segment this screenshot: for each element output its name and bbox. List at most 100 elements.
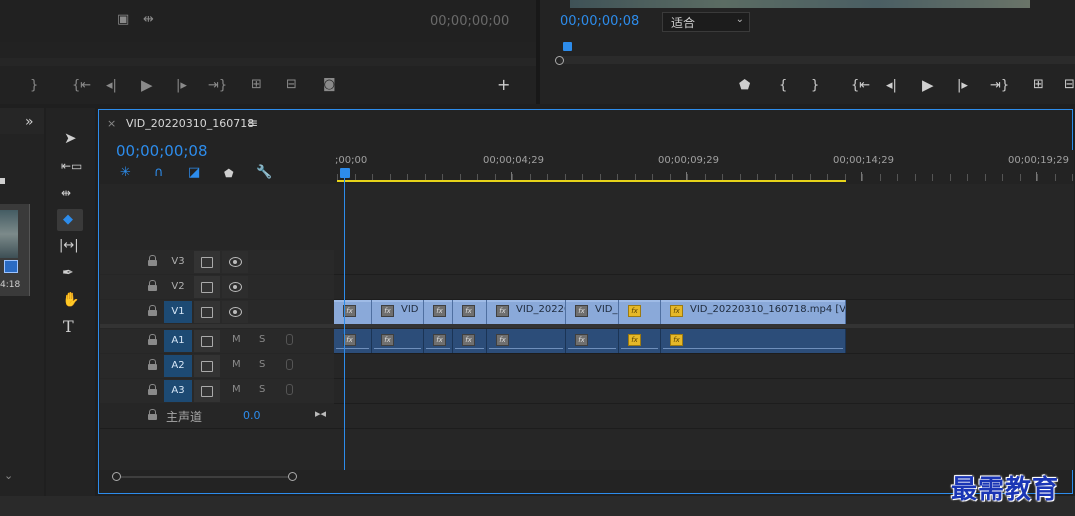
video-clip[interactable]: fx [619,300,661,324]
lock-icon[interactable] [148,255,157,266]
nest-sequence-icon[interactable]: ✳ [120,166,131,180]
audio-clip[interactable]: fx [661,329,846,353]
fx-badge-icon[interactable]: fx [628,305,641,317]
zoom-scrollbar-track[interactable] [117,476,293,478]
playhead-line[interactable] [344,176,345,470]
lock-icon[interactable] [148,359,157,370]
close-icon[interactable]: × [107,117,116,131]
fx-badge-icon[interactable]: fx [433,334,446,346]
program-range-handle[interactable] [555,56,564,65]
source-insert-icon[interactable]: ⊞ [251,78,262,92]
track-label-v3[interactable]: V3 [164,251,192,273]
timeline-zoom-scrollbar[interactable] [112,472,1072,481]
track-label-v2[interactable]: V2 [164,276,192,298]
panel-menu-icon[interactable]: ≡ [248,116,258,130]
mute-button[interactable]: M [232,334,241,345]
audio-clip[interactable]: fx [334,329,372,353]
add-marker-icon[interactable]: ⬟ [224,167,234,181]
linked-selection-icon[interactable]: ◪ [188,166,200,180]
zoom-select[interactable]: 适合 ⌄ [662,12,750,32]
fx-badge-icon[interactable]: fx [575,305,588,317]
master-volume-value[interactable]: 0.0 [243,409,261,422]
audio-clip[interactable]: fx [619,329,661,353]
lock-icon[interactable] [148,384,157,395]
program-scrubber[interactable] [560,56,1075,64]
track-label-a2[interactable]: A2 [164,355,192,377]
fx-badge-icon[interactable]: fx [433,305,446,317]
fx-badge-icon[interactable]: fx [670,305,683,317]
eye-icon[interactable] [222,276,248,298]
pen-tool-icon[interactable]: ✒ [62,266,74,280]
fx-badge-icon[interactable]: fx [496,305,509,317]
playhead-head[interactable] [340,168,350,178]
program-step-forward-icon[interactable]: |▸ [957,79,968,93]
panel-expand-icon[interactable]: » [25,115,34,129]
work-area-bar[interactable] [337,180,846,182]
solo-button[interactable]: S [259,334,265,345]
microphone-icon[interactable] [286,359,293,370]
source-drag-audio-icon[interactable]: ⇹ [143,13,154,27]
program-timecode[interactable]: 00;00;00;08 [560,14,639,29]
audio-clip[interactable]: fx [453,329,487,353]
video-clip[interactable]: fx [334,300,372,324]
program-extract-icon[interactable]: ⊟ [1064,78,1075,92]
sync-lock-button[interactable] [194,380,220,402]
video-clip[interactable]: fx VID_20220310_160718.mp4 [V] [45. [661,300,846,324]
video-clip[interactable]: fx VID_20220 [487,300,566,324]
sync-lock-button[interactable] [194,301,220,323]
sync-lock-button[interactable] [194,276,220,298]
project-item-tile[interactable]: 4:18 [0,204,30,296]
sync-lock-button[interactable] [194,251,220,273]
solo-button[interactable]: S [259,359,265,370]
video-clip[interactable]: fx [453,300,487,324]
fx-badge-icon[interactable]: fx [496,334,509,346]
source-camera-icon[interactable]: ◙ [323,78,336,92]
fx-badge-icon[interactable]: fx [628,334,641,346]
eye-icon[interactable] [222,301,248,323]
program-playhead-marker[interactable] [563,42,572,51]
track-label-a1[interactable]: A1 [164,330,192,352]
source-scrubber[interactable] [0,58,536,66]
eye-icon[interactable] [222,251,248,273]
video-audio-divider[interactable] [100,324,1074,328]
source-play-icon[interactable]: ▶ [141,78,153,93]
program-mark-in-icon[interactable]: { [779,79,787,93]
source-mark-out-icon[interactable]: } [30,79,38,93]
mute-button[interactable]: M [232,359,241,370]
program-go-in-icon[interactable]: {⇤ [851,79,870,93]
audio-clip[interactable]: fx [487,329,566,353]
master-go-end-icon[interactable]: ▸◂ [315,407,326,420]
slip-tool-icon[interactable]: |↔| [59,239,79,253]
program-add-marker-icon[interactable]: ⬟ [739,79,750,93]
sequence-tab-title[interactable]: VID_20220310_160718 [126,117,254,130]
program-step-back-icon[interactable]: ◂| [886,79,897,93]
program-play-icon[interactable]: ▶ [922,78,934,93]
audio-clip[interactable]: fx [566,329,619,353]
razor-tool-button[interactable]: ◆ [57,209,83,231]
program-go-out-icon[interactable]: ⇥} [990,79,1009,93]
fx-badge-icon[interactable]: fx [381,305,394,317]
video-clip[interactable]: fx [424,300,453,324]
program-lift-icon[interactable]: ⊞ [1033,78,1044,92]
track-label-a3[interactable]: A3 [164,380,192,402]
lock-icon[interactable] [148,280,157,291]
program-mark-out-icon[interactable]: } [811,79,819,93]
source-go-out-icon[interactable]: ⇥} [208,79,227,93]
video-clip[interactable]: fx VID_ [566,300,619,324]
source-step-forward-icon[interactable]: |▸ [176,79,187,93]
source-add-button-icon[interactable]: + [497,77,510,93]
lock-icon[interactable] [148,409,157,420]
source-overwrite-icon[interactable]: ⊟ [286,78,297,92]
source-export-frame-icon[interactable]: ▣ [117,13,129,27]
type-tool-icon[interactable]: T [63,319,74,335]
hand-tool-icon[interactable]: ✋ [62,293,79,307]
source-go-in-icon[interactable]: {⇤ [72,79,91,93]
wrench-icon[interactable]: 🔧 [256,166,272,180]
microphone-icon[interactable] [286,334,293,345]
sync-lock-button[interactable] [194,330,220,352]
selection-tool-icon[interactable]: ➤ [64,131,77,146]
fx-badge-icon[interactable]: fx [381,334,394,346]
fx-badge-icon[interactable]: fx [670,334,683,346]
snap-magnet-icon[interactable]: ∩ [154,166,164,180]
audio-clip[interactable]: fx [424,329,453,353]
